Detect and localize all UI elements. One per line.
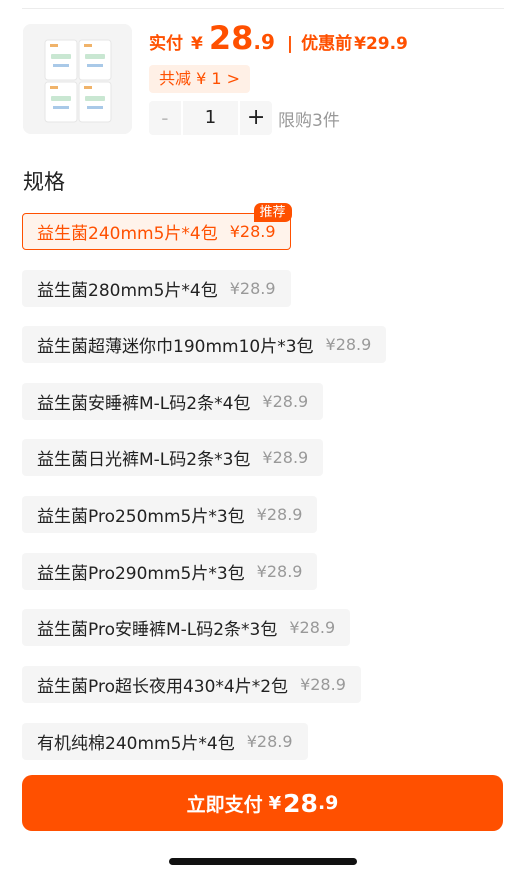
price-separator: |	[286, 34, 294, 54]
spec-option[interactable]: 益生菌240mm5片*4包 ¥28.9 推荐	[22, 203, 292, 250]
spec-price: ¥28.9	[229, 279, 276, 298]
pay-now-button[interactable]: 立即支付 ¥ 28 .9	[22, 775, 503, 831]
price-decimal: .9	[253, 30, 275, 54]
spec-name: 益生菌超薄迷你巾190mm10片*3包	[37, 337, 314, 357]
spec-name: 益生菌Pro250mm5片*3包	[37, 507, 245, 527]
actual-pay-label: 实付	[149, 34, 183, 54]
spec-name: 益生菌Pro超长夜用430*4片*2包	[37, 677, 289, 697]
spec-name: 益生菌安睡裤M-L码2条*4包	[37, 394, 251, 414]
spec-price: ¥28.9	[256, 505, 303, 524]
pay-price-decimal: .9	[317, 792, 339, 814]
spec-option[interactable]: 有机纯棉240mm5片*4包 ¥28.9	[22, 723, 308, 760]
quantity-stepper: - 1 +	[149, 101, 272, 135]
pay-price-integer: 28	[283, 788, 318, 818]
original-price: ¥29.9	[354, 34, 408, 54]
spec-price: ¥28.9	[262, 448, 309, 467]
spec-name: 有机纯棉240mm5片*4包	[37, 734, 235, 754]
spec-option[interactable]: 益生菌日光裤M-L码2条*3包 ¥28.9	[22, 439, 324, 476]
spec-option[interactable]: 益生菌Pro超长夜用430*4片*2包 ¥28.9	[22, 666, 361, 703]
spec-price: ¥28.9	[256, 562, 303, 581]
decrease-button[interactable]: -	[149, 101, 181, 135]
spec-price: ¥28.9	[300, 675, 346, 694]
spec-option[interactable]: 益生菌安睡裤M-L码2条*4包 ¥28.9	[22, 383, 324, 420]
spec-section-title: 规格	[23, 170, 65, 194]
pad-package-image	[23, 24, 132, 134]
pay-button-label: 立即支付	[186, 793, 263, 816]
increase-button[interactable]: +	[240, 101, 272, 135]
spec-price: ¥28.9	[325, 335, 372, 354]
discount-badge[interactable]: 共减 ¥ 1 >	[149, 65, 251, 93]
spec-option[interactable]: 益生菌Pro290mm5片*3包 ¥28.9	[22, 553, 318, 590]
price-row: 实付 ¥ 28 .9 | 优惠前 ¥29.9	[149, 22, 408, 54]
pay-currency: ¥	[268, 792, 282, 814]
spec-name: 益生菌280mm5片*4包	[37, 281, 218, 301]
original-price-label: 优惠前	[301, 34, 353, 54]
spec-option[interactable]: 益生菌280mm5片*4包 ¥28.9	[22, 270, 291, 307]
spec-name: 益生菌日光裤M-L码2条*3包	[37, 450, 251, 470]
spec-option[interactable]: 益生菌Pro安睡裤M-L码2条*3包 ¥28.9	[22, 609, 351, 646]
home-indicator	[169, 858, 357, 865]
spec-name: 益生菌Pro安睡裤M-L码2条*3包	[37, 620, 278, 640]
product-thumbnail[interactable]	[23, 24, 132, 134]
recommend-tag: 推荐	[253, 203, 292, 222]
spec-name: 益生菌Pro290mm5片*3包	[37, 564, 245, 584]
spec-price: ¥28.9	[229, 222, 276, 241]
quantity-input[interactable]: 1	[182, 101, 239, 135]
spec-price: ¥28.9	[246, 732, 293, 751]
spec-name: 益生菌240mm5片*4包	[37, 224, 218, 244]
spec-option[interactable]: 益生菌Pro250mm5片*3包 ¥28.9	[22, 496, 318, 533]
top-divider	[22, 8, 504, 9]
currency-symbol: ¥	[191, 34, 203, 54]
purchase-limit-text: 限购3件	[278, 111, 340, 131]
price-integer: 28	[208, 19, 254, 57]
spec-price: ¥28.9	[262, 392, 309, 411]
spec-price: ¥28.9	[289, 618, 336, 637]
spec-option[interactable]: 益生菌超薄迷你巾190mm10片*3包 ¥28.9	[22, 326, 387, 363]
